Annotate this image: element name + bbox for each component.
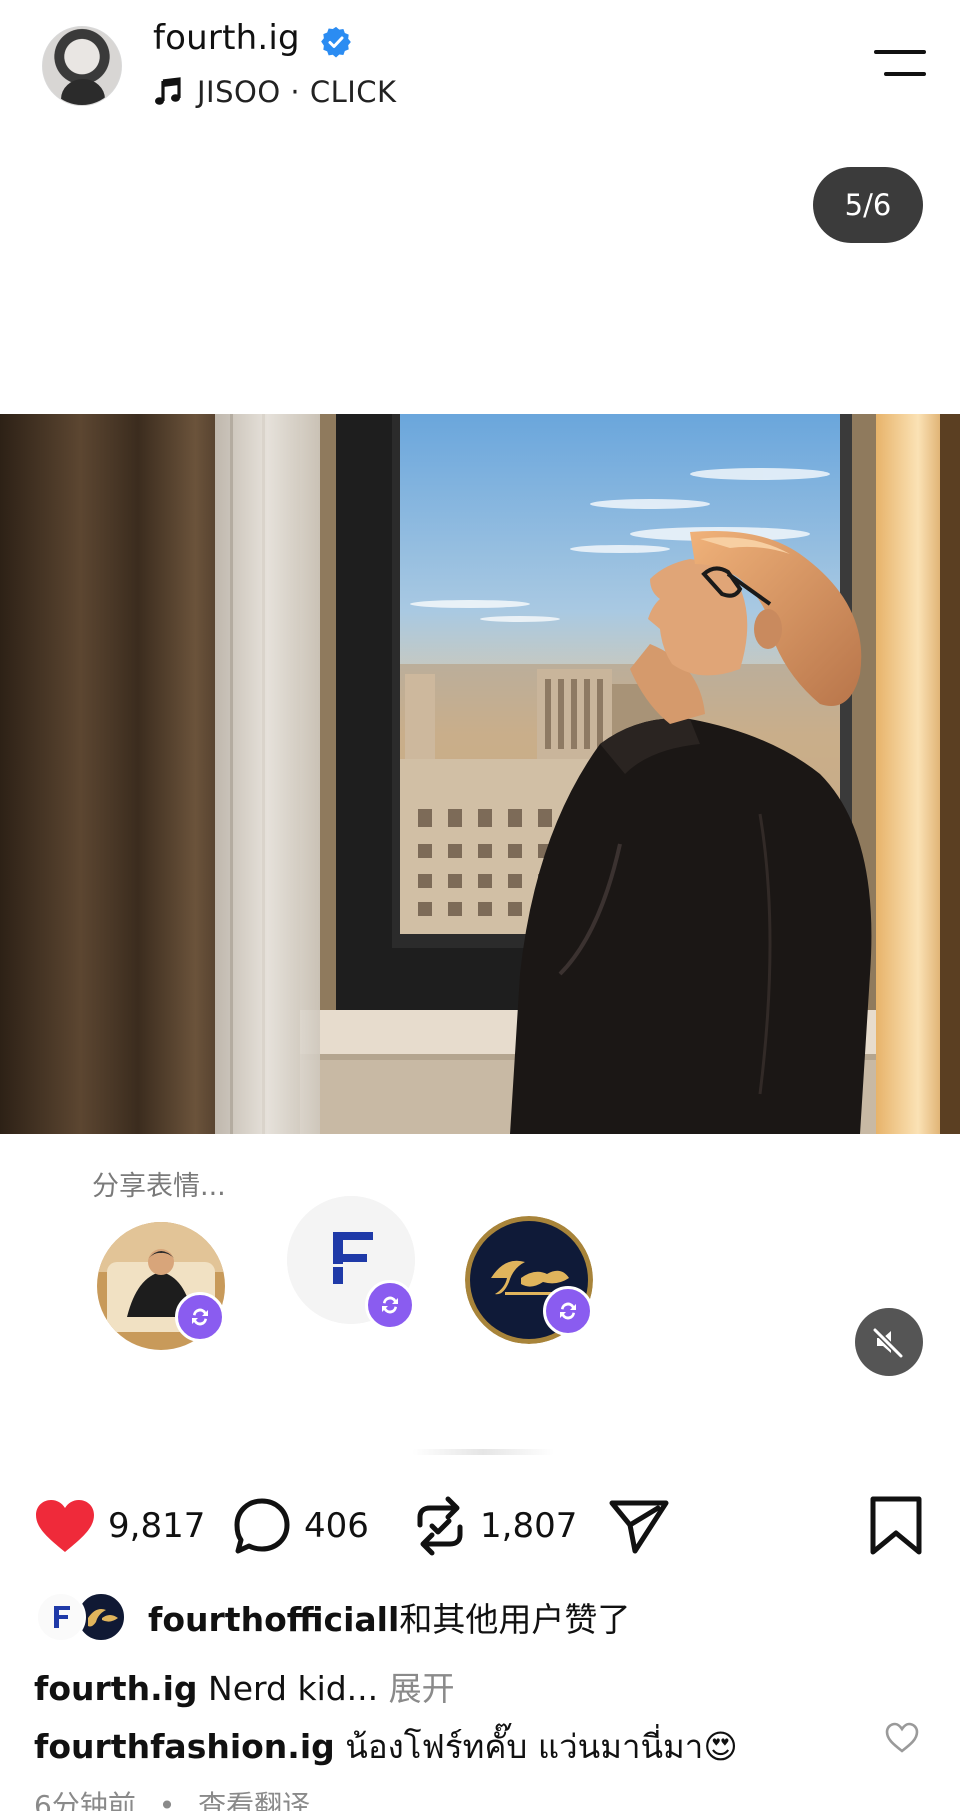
liker-avatars	[36, 1590, 126, 1644]
liked-by-suffix: 和其他用户赞了	[399, 1600, 631, 1639]
repost-count: 1,807	[480, 1506, 578, 1546]
expand-caption-link[interactable]: 展开	[389, 1669, 455, 1708]
share-emoji-label: 分享表情...	[92, 1171, 226, 1202]
like-button[interactable]: 9,817	[34, 1490, 205, 1562]
top-comment: fourthfashion.ig น้องโฟร์ทคั๊บ แว่นมานี่…	[34, 1720, 738, 1773]
mute-button[interactable]	[855, 1308, 923, 1376]
music-note-icon	[155, 77, 181, 105]
repost-badge-icon	[175, 1292, 225, 1342]
repost-badge-icon	[365, 1280, 415, 1330]
comment-username[interactable]: fourthfashion.ig	[34, 1727, 335, 1766]
comment-icon	[234, 1498, 290, 1554]
send-icon	[609, 1500, 669, 1554]
post-time: 6分钟前	[34, 1789, 136, 1811]
heart-icon	[36, 1500, 94, 1552]
caption-text: Nerd kid...	[208, 1669, 379, 1708]
comment-text: น้องโฟร์ทคั๊บ แว่นมานี่มา😍	[345, 1727, 738, 1766]
share-button[interactable]	[608, 1490, 670, 1562]
menu-icon[interactable]	[872, 48, 928, 84]
caption-username[interactable]: fourth.ig	[34, 1669, 198, 1708]
post-caption: fourth.ig Nerd kid... 展开	[34, 1662, 455, 1710]
post-header: fourth.ig JISOO · CLICK	[0, 0, 960, 130]
like-count: 9,817	[108, 1506, 206, 1546]
verified-badge-icon	[321, 26, 351, 58]
share-sticker-3[interactable]	[465, 1216, 593, 1344]
meta-separator: •	[158, 1789, 176, 1811]
share-sticker-2[interactable]	[287, 1196, 415, 1330]
music-title: JISOO · CLICK	[197, 75, 397, 109]
liked-by-row[interactable]: fourthofficiall和其他用户赞了	[36, 1590, 630, 1644]
carousel-scroll-indicator	[412, 1449, 554, 1455]
music-info[interactable]: JISOO · CLICK	[153, 74, 397, 110]
comment-count: 406	[304, 1506, 369, 1546]
action-bar: 9,817 406 1,807	[0, 1490, 960, 1562]
liked-by-text: fourthofficiall和其他用户赞了	[148, 1593, 630, 1641]
comment-like-icon[interactable]	[884, 1720, 920, 1756]
speaker-muted-icon	[872, 1327, 904, 1359]
page-indicator: 5/6	[813, 167, 923, 243]
liker-avatar	[36, 1592, 86, 1642]
repost-icon	[417, 1496, 463, 1556]
post-meta: 6分钟前 • 查看翻译	[34, 1784, 310, 1811]
liker-username[interactable]: fourthofficiall	[148, 1600, 399, 1639]
repost-button[interactable]: 1,807	[412, 1490, 577, 1562]
repost-badge-icon	[543, 1286, 593, 1336]
profile-avatar[interactable]	[42, 26, 122, 106]
post-photo[interactable]	[0, 414, 960, 1134]
share-sticker-1[interactable]	[97, 1222, 225, 1350]
comment-button[interactable]: 406	[232, 1490, 369, 1562]
see-translation-link[interactable]: 查看翻译	[198, 1789, 310, 1811]
bookmark-icon[interactable]	[868, 1496, 924, 1556]
username[interactable]: fourth.ig	[153, 18, 300, 58]
